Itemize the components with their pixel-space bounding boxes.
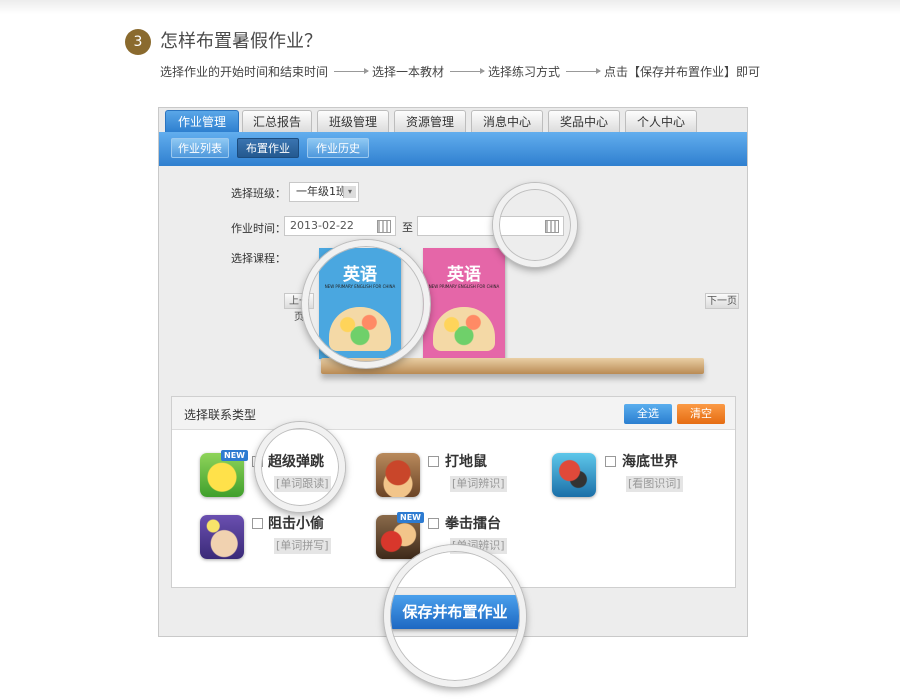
panel-title: 选择联系类型 xyxy=(184,408,257,422)
game-name: 打地鼠 xyxy=(445,454,487,470)
subtab-assign-homework[interactable]: 布置作业 xyxy=(237,138,299,158)
flow-step-3: 选择练习方式 xyxy=(488,65,561,79)
game-tag: [看图识词] xyxy=(626,476,683,492)
flow-step-1: 选择作业的开始时间和结束时间 xyxy=(160,65,329,79)
chevron-down-icon: ▾ xyxy=(343,186,356,198)
textbook-pink[interactable]: 英语 NEW PRIMARY ENGLISH FOR CHINA xyxy=(423,248,505,359)
arrow-right-icon xyxy=(566,68,602,74)
boxing-game-icon[interactable]: NEW xyxy=(376,512,424,559)
cartoon-kids-icon xyxy=(433,307,495,351)
book-subtitle: NEW PRIMARY ENGLISH FOR CHINA xyxy=(428,284,500,289)
new-badge: NEW xyxy=(397,512,424,523)
practice-type-panel: 选择联系类型 全选 清空 NEW 超级弹跳 [单词跟读] 打地鼠 [单词辨识] … xyxy=(171,396,736,588)
tab-reward-center[interactable]: 奖品中心 xyxy=(548,110,620,132)
tab-resource-management[interactable]: 资源管理 xyxy=(394,110,466,132)
tab-personal-center[interactable]: 个人中心 xyxy=(625,110,697,132)
game-name: 海底世界 xyxy=(622,454,678,470)
game-name: 超级弹跳 xyxy=(268,454,324,470)
main-tab-bar: 作业管理 汇总报告 班级管理 资源管理 消息中心 奖品中心 个人中心 xyxy=(159,108,747,132)
course-label: 选择课程： xyxy=(231,252,286,265)
game-name: 阻击小偷 xyxy=(268,516,324,532)
thief-game-icon[interactable] xyxy=(200,515,244,559)
next-page-button[interactable]: 下一页 xyxy=(705,293,739,309)
start-date-value: 2013-02-22 xyxy=(290,219,354,232)
game-tag: [单词辨识] xyxy=(450,476,507,492)
panel-header: 选择联系类型 全选 清空 xyxy=(172,397,735,430)
app-window: 作业管理 汇总报告 班级管理 资源管理 消息中心 奖品中心 个人中心 作业列表 … xyxy=(158,107,748,637)
mole-game-icon[interactable] xyxy=(376,453,420,497)
page-title: 怎样布置暑假作业？ xyxy=(160,31,322,52)
arrow-right-icon xyxy=(334,68,370,74)
to-label: 至 xyxy=(402,221,413,234)
calendar-icon[interactable] xyxy=(545,220,559,233)
time-label: 作业时间： xyxy=(231,222,286,235)
save-and-assign-button[interactable]: 保存并布置作业 xyxy=(387,595,523,629)
book-subtitle: NEW PRIMARY ENGLISH FOR CHINA xyxy=(324,284,396,289)
game-tag: [单词拼写] xyxy=(274,538,331,554)
cartoon-kids-icon xyxy=(329,307,391,351)
bookshelf xyxy=(321,358,704,374)
flow-step-2: 选择一本教材 xyxy=(372,65,445,79)
ocean-game-icon[interactable] xyxy=(552,453,596,497)
class-label: 选择班级： xyxy=(231,187,286,200)
flow-step-4: 点击【保存并布置作业】即可 xyxy=(604,65,761,79)
tab-summary-report[interactable]: 汇总报告 xyxy=(242,110,312,132)
game-tag: [单词跟读] xyxy=(274,476,331,492)
book-title: 英语 xyxy=(447,265,481,285)
calendar-icon[interactable] xyxy=(377,220,391,233)
prev-page-button[interactable]: 上一页 xyxy=(284,293,314,323)
clear-button[interactable]: 清空 xyxy=(677,404,725,424)
chick-game-icon[interactable]: NEW xyxy=(200,450,248,497)
game-checkbox[interactable] xyxy=(428,518,439,529)
tab-message-center[interactable]: 消息中心 xyxy=(471,110,543,132)
game-name: 拳击擂台 xyxy=(445,516,501,532)
end-date-field[interactable] xyxy=(417,216,564,236)
class-select-value: 一年级1班 xyxy=(296,185,347,198)
top-shadow xyxy=(0,0,900,14)
select-all-button[interactable]: 全选 xyxy=(624,404,672,424)
step-number-badge: 3 xyxy=(125,29,151,55)
game-checkbox[interactable] xyxy=(428,456,439,467)
class-select[interactable]: 一年级1班 ▾ xyxy=(289,182,359,202)
game-checkbox[interactable] xyxy=(252,518,263,529)
textbook-blue[interactable]: 英语 NEW PRIMARY ENGLISH FOR CHINA xyxy=(319,248,401,359)
game-tag: [单词辨识] xyxy=(450,538,507,554)
start-date-field[interactable]: 2013-02-22 xyxy=(284,216,396,236)
subtab-homework-list[interactable]: 作业列表 xyxy=(171,138,229,158)
new-badge: NEW xyxy=(221,450,248,461)
step-flow: 选择作业的开始时间和结束时间 选择一本教材 选择练习方式 点击【保存并布置作业】… xyxy=(160,63,760,80)
tab-class-management[interactable]: 班级管理 xyxy=(317,110,389,132)
game-checkbox[interactable] xyxy=(252,456,263,467)
subtab-homework-history[interactable]: 作业历史 xyxy=(307,138,369,158)
book-title: 英语 xyxy=(343,265,377,285)
sub-nav-bar: 作业列表 布置作业 作业历史 xyxy=(159,132,747,166)
arrow-right-icon xyxy=(450,68,486,74)
tab-homework-management[interactable]: 作业管理 xyxy=(165,110,239,132)
game-checkbox[interactable] xyxy=(605,456,616,467)
